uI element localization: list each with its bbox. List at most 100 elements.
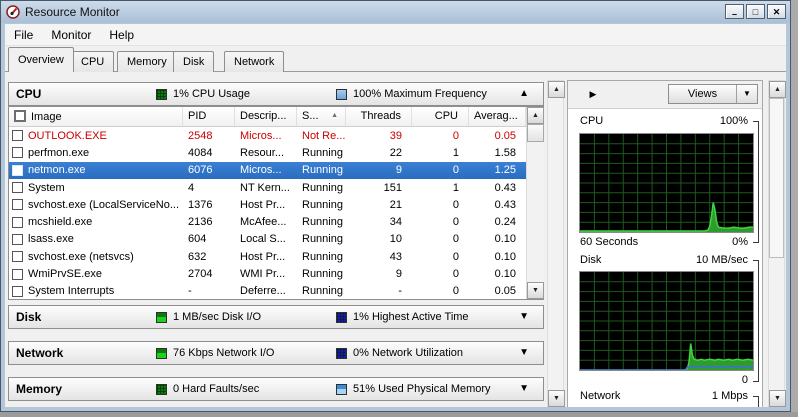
- process-threads: 9: [346, 268, 412, 280]
- menu-help[interactable]: Help: [100, 26, 143, 44]
- disk-active-legend: 1% Highest Active Time: [336, 311, 469, 323]
- sort-asc-icon: ▲: [331, 112, 338, 119]
- column-image[interactable]: Image: [9, 107, 183, 126]
- network-section-header[interactable]: Network 76 Kbps Network I/O 0% Network U…: [8, 341, 544, 365]
- scroll-down-icon[interactable]: ▼: [769, 390, 786, 407]
- table-row[interactable]: WmiPrvSE.exe 2704 WMI Pr... Running 9 0 …: [9, 265, 526, 282]
- process-image: svchost.exe (netsvcs): [28, 251, 134, 263]
- row-checkbox[interactable]: [12, 251, 23, 262]
- titlebar[interactable]: Resource Monitor – □ ✕: [1, 1, 790, 23]
- column-threads[interactable]: Threads: [346, 107, 412, 126]
- process-description: WMI Pr...: [235, 268, 297, 280]
- scroll-up-icon[interactable]: ▲: [769, 81, 786, 98]
- tab-disk[interactable]: Disk: [173, 51, 214, 72]
- process-average-cpu: 0.05: [469, 285, 526, 297]
- process-cpu: 0: [412, 268, 469, 280]
- row-checkbox[interactable]: [12, 286, 23, 297]
- menu-monitor[interactable]: Monitor: [42, 26, 100, 44]
- network-expand-icon[interactable]: ▼: [519, 347, 529, 358]
- scroll-up-icon[interactable]: ▲: [548, 81, 565, 98]
- table-row[interactable]: perfmon.exe 4084 Resour... Running 22 1 …: [9, 144, 526, 161]
- table-row[interactable]: svchost.exe (LocalServiceNo... 1376 Host…: [9, 196, 526, 213]
- process-status: Running: [297, 251, 346, 263]
- row-checkbox[interactable]: [12, 269, 23, 280]
- menu-file[interactable]: File: [5, 26, 42, 44]
- table-scrollbar[interactable]: ▲ ▼: [526, 107, 544, 299]
- tab-network[interactable]: Network: [224, 51, 284, 72]
- row-checkbox[interactable]: [12, 165, 23, 176]
- process-pid: 1376: [183, 199, 235, 211]
- process-status: Running: [297, 233, 346, 245]
- scroll-down-icon[interactable]: ▼: [527, 282, 544, 299]
- select-all-checkbox[interactable]: [14, 110, 26, 122]
- used-memory-swatch-icon: [336, 384, 347, 395]
- graphs-scroll-thumb[interactable]: [769, 98, 784, 258]
- process-description: Resour...: [235, 147, 297, 159]
- tab-memory[interactable]: Memory: [117, 51, 177, 72]
- overview-scrollbar[interactable]: ▲ ▼: [547, 80, 564, 407]
- table-row[interactable]: netmon.exe 6076 Micros... Running 9 0 1.…: [9, 162, 526, 179]
- network-util-legend: 0% Network Utilization: [336, 347, 463, 359]
- row-checkbox[interactable]: [12, 217, 23, 228]
- network-graph-scale: 1 Mbps: [712, 390, 748, 402]
- disk-expand-icon[interactable]: ▼: [519, 311, 529, 322]
- tab-overview[interactable]: Overview: [8, 47, 74, 72]
- process-threads: 10: [346, 233, 412, 245]
- client-area: File Monitor Help Overview CPU Memory Di…: [5, 24, 786, 407]
- row-checkbox[interactable]: [12, 147, 23, 158]
- table-row[interactable]: mcshield.exe 2136 McAfee... Running 34 0…: [9, 213, 526, 230]
- table-scroll-track[interactable]: [527, 142, 544, 282]
- column-description[interactable]: Descrip...: [235, 107, 297, 126]
- close-button[interactable]: ✕: [767, 4, 786, 19]
- table-row[interactable]: System Interrupts - Deferre... Running -…: [9, 283, 526, 299]
- process-image: lsass.exe: [28, 233, 74, 245]
- disk-section-header[interactable]: Disk 1 MB/sec Disk I/O 1% Highest Active…: [8, 305, 544, 329]
- minimize-button[interactable]: –: [725, 4, 744, 19]
- views-label[interactable]: Views: [669, 85, 736, 103]
- process-image: svchost.exe (LocalServiceNo...: [28, 199, 179, 211]
- row-checkbox[interactable]: [12, 182, 23, 193]
- table-row[interactable]: lsass.exe 604 Local S... Running 10 0 0.…: [9, 231, 526, 248]
- process-cpu: 0: [412, 199, 469, 211]
- graphs-scroll-track[interactable]: [769, 258, 784, 390]
- cpu-graph-labels: CPU 100%: [580, 115, 740, 129]
- row-checkbox[interactable]: [12, 234, 23, 245]
- tab-cpu[interactable]: CPU: [71, 51, 114, 72]
- table-scroll-thumb[interactable]: [527, 124, 544, 142]
- network-graph-bracket: [753, 396, 759, 407]
- column-pid[interactable]: PID: [183, 107, 235, 126]
- views-dropdown-icon[interactable]: ▼: [736, 85, 757, 103]
- maximize-button[interactable]: □: [746, 4, 765, 19]
- views-button[interactable]: Views ▼: [668, 84, 758, 104]
- scroll-up-icon[interactable]: ▲: [527, 107, 544, 124]
- graphs-scrollbar[interactable]: ▲ ▼: [768, 80, 785, 407]
- disk-graph: [579, 271, 754, 371]
- process-status: Running: [297, 164, 346, 176]
- table-row[interactable]: OUTLOOK.EXE 2548 Micros... Not Re... 39 …: [9, 127, 526, 144]
- disk-active-swatch-icon: [336, 312, 347, 323]
- memory-expand-icon[interactable]: ▼: [519, 383, 529, 394]
- overview-scroll-track[interactable]: [548, 98, 563, 390]
- process-average-cpu: 0.05: [469, 130, 526, 142]
- cpu-graph-min: 0%: [732, 236, 748, 248]
- row-checkbox[interactable]: [12, 199, 23, 210]
- table-row[interactable]: svchost.exe (netsvcs) 632 Host Pr... Run…: [9, 248, 526, 265]
- row-checkbox[interactable]: [12, 130, 23, 141]
- cpu-graph-scale: 100%: [720, 115, 748, 127]
- process-average-cpu: 0.43: [469, 199, 526, 211]
- column-cpu[interactable]: CPU: [412, 107, 469, 126]
- process-pid: 6076: [183, 164, 235, 176]
- cpu-collapse-icon[interactable]: ▲: [519, 88, 529, 99]
- scroll-down-icon[interactable]: ▼: [548, 390, 565, 407]
- panel-collapse-icon[interactable]: ▶: [582, 84, 604, 104]
- process-pid: 632: [183, 251, 235, 263]
- table-row[interactable]: System 4 NT Kern... Running 151 1 0.43: [9, 179, 526, 196]
- cpu-section-header[interactable]: CPU 1% CPU Usage 100% Maximum Frequency …: [8, 82, 544, 106]
- tabstrip: Overview CPU Memory Disk Network: [5, 46, 786, 72]
- column-status[interactable]: S...▲: [297, 107, 346, 126]
- memory-section-header[interactable]: Memory 0 Hard Faults/sec 51% Used Physic…: [8, 377, 544, 401]
- network-graph-labels: Network 1 Mbps: [580, 390, 740, 404]
- cpu-frequency-legend: 100% Maximum Frequency: [336, 88, 487, 100]
- process-average-cpu: 0.10: [469, 268, 526, 280]
- column-average[interactable]: Averag...: [469, 107, 526, 126]
